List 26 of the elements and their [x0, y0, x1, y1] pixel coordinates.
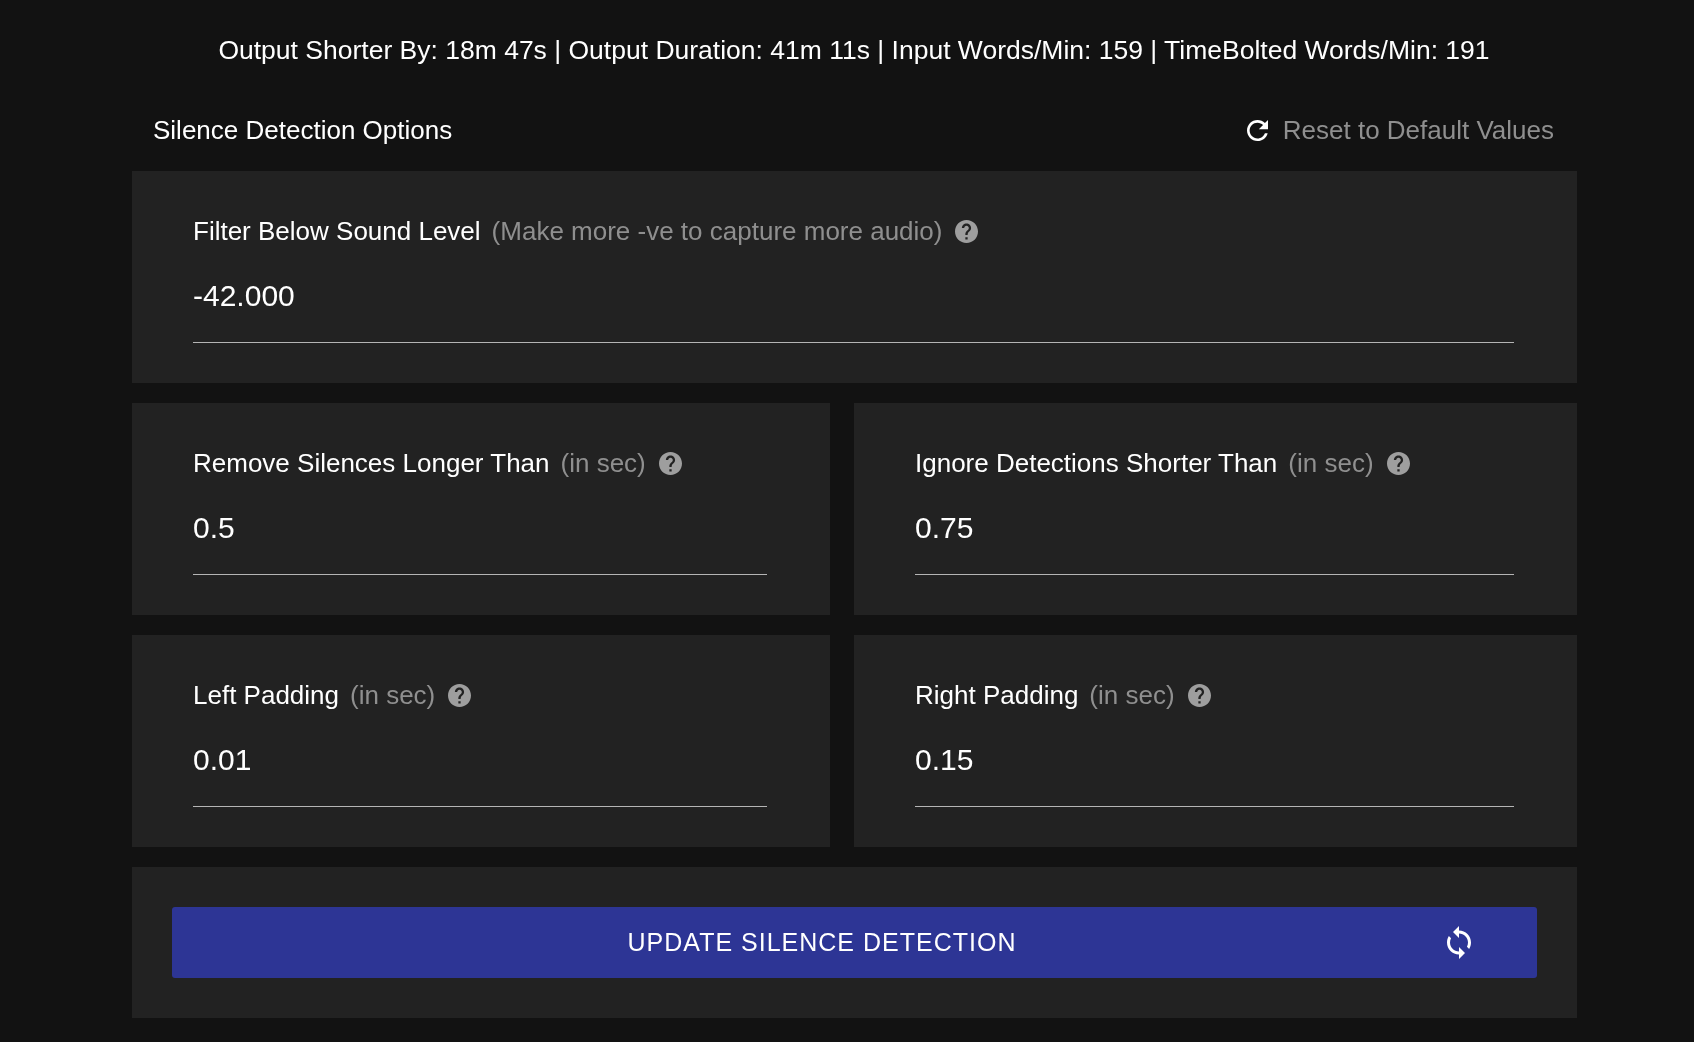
help-icon[interactable]	[955, 219, 979, 243]
sync-icon	[1447, 926, 1471, 959]
refresh-icon	[1246, 119, 1268, 141]
value-field[interactable]: 0.01	[193, 738, 767, 807]
help-icon[interactable]	[658, 451, 682, 475]
field-hint: (in sec)	[1288, 448, 1374, 478]
help-icon[interactable]	[1386, 451, 1410, 475]
help-icon[interactable]	[1187, 683, 1211, 707]
value-field[interactable]: -42.000	[193, 274, 1514, 343]
reset-link[interactable]: Reset to Default Values	[1246, 115, 1554, 145]
field-hint: (in sec)	[1089, 680, 1175, 710]
field-label: Filter Below Sound Level	[193, 216, 481, 246]
value-field[interactable]: 0.75	[915, 506, 1514, 575]
value-field[interactable]: 0.5	[193, 506, 767, 575]
summary-text: Output Shorter By: 18m 47s | Output Duration: 41m 11s | Input Words/Min: 159 | TimeBolted Words/Min: 191	[217, 34, 1491, 66]
update-button[interactable]: UPDATE SILENCE DETECTION	[172, 907, 1537, 978]
help-icon[interactable]	[448, 683, 472, 707]
field-label: Ignore Detections Shorter Than	[915, 448, 1278, 478]
field-hint: (in sec)	[350, 680, 436, 710]
field-hint: (Make more -ve to capture more audio)	[491, 216, 943, 246]
field-hint: (in sec)	[560, 448, 646, 478]
field-label: Remove Silences Longer Than	[193, 448, 550, 478]
field-label: Right Padding	[915, 680, 1079, 710]
section-title: Silence Detection Options	[153, 115, 453, 145]
field-label: Left Padding	[193, 680, 339, 710]
value-field[interactable]: 0.15	[915, 738, 1514, 807]
